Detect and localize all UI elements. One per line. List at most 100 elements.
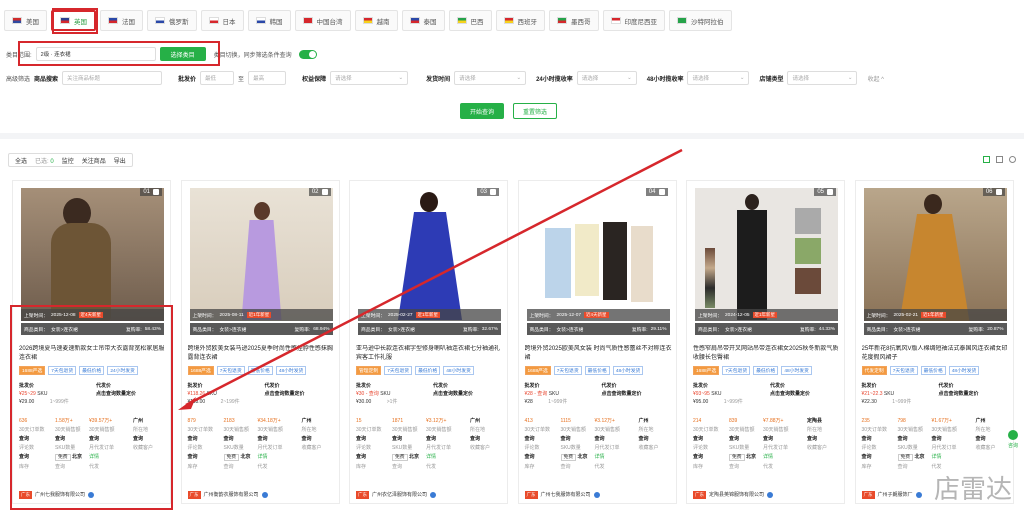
card-checkbox[interactable] xyxy=(153,189,159,195)
card-checkbox[interactable] xyxy=(658,189,665,195)
product-tag: 管理定制 xyxy=(356,366,382,375)
product-image[interactable] xyxy=(358,188,501,321)
country-tab[interactable]: 泰国 xyxy=(401,10,445,31)
monitor-button[interactable]: 监控 xyxy=(62,156,74,165)
shop-name[interactable]: 定陶县英锦服饰有限公司 xyxy=(709,491,764,499)
product-card[interactable]: 02 上架时间： 2025-08-11 近1年新星 商品类目： 女装>连衣裙 复购率: 6… xyxy=(180,180,340,504)
shop-row[interactable]: 广东 广州子朗服饰厂 xyxy=(861,491,922,499)
category-overlay: 商品类目： 女装>连衣裙 复购率: 32.67% xyxy=(358,323,501,335)
card-checkbox[interactable] xyxy=(321,189,328,195)
product-tag: 48小时发货 xyxy=(948,366,980,375)
highlight-box-tab xyxy=(52,8,98,34)
search-button[interactable]: 开始查询 xyxy=(460,103,504,119)
product-card[interactable]: 05 上架时间： 2024-12-05 近1年新星 商品类目： 女装>连衣裙 复购率: 4… xyxy=(686,180,845,504)
product-tag: 1688严选 xyxy=(187,366,214,375)
list-view-icon[interactable] xyxy=(996,156,1003,163)
product-image[interactable] xyxy=(526,188,670,321)
product-tag: 48小时发货 xyxy=(443,366,474,375)
country-tabs: 美国 英国 法国 俄罗斯 日本 韩国 中国台湾 越南 泰国 巴西 西班牙 墨西哥 印度尼西亚 沙特阿拉伯 xyxy=(0,10,1024,32)
country-tab-label: 西班牙 xyxy=(517,18,538,26)
shop-row[interactable]: 广东 广州七我服饰有限公司 xyxy=(524,491,600,499)
country-tab[interactable]: 越南 xyxy=(354,10,398,31)
select-all-checkbox[interactable]: 全选 xyxy=(15,156,27,165)
shop-name[interactable]: 广州衡韵衣服饰有限公司 xyxy=(204,491,259,499)
shop-row[interactable]: 广东 广州衣亿泽服饰有限公司 xyxy=(356,491,437,499)
country-tab[interactable]: 印度尼西亚 xyxy=(602,10,665,31)
product-image[interactable] xyxy=(863,188,1007,321)
country-tab[interactable]: 中国台湾 xyxy=(294,10,351,31)
shelf-overlay: 上架时间： 2024-12-05 近1年新星 xyxy=(695,309,838,321)
country-tab[interactable]: 墨西哥 xyxy=(549,10,599,31)
keyword-input[interactable]: 关注商品标题 xyxy=(62,71,163,85)
card-checkbox[interactable] xyxy=(490,189,496,195)
product-title[interactable]: 25年新花8抗氧风V版人棉绸短袖法式泰国风连衣裙女印花度假风裙子 xyxy=(862,345,1010,363)
product-title[interactable]: 性感窄肩吊带开叉网站吊带连衣裙女2025秋冬新款气质收腰长包臀裙 xyxy=(693,345,841,363)
country-tab-label: 韩国 xyxy=(269,18,283,26)
image-view-icon[interactable] xyxy=(983,156,990,163)
collapse-link[interactable]: 收起 ^ xyxy=(867,74,883,83)
product-title[interactable]: 亚马逊中长款连衣裙字型修身喇叭袖连衣裙七分袖通礼宾客工作礼服 xyxy=(356,345,504,363)
product-tag: 7天包退货 xyxy=(216,366,245,375)
flag-icon xyxy=(255,17,266,24)
card-checkbox[interactable] xyxy=(995,189,1002,195)
sync-toggle[interactable] xyxy=(298,49,317,59)
country-tab-label: 美国 xyxy=(26,18,39,26)
divider xyxy=(0,133,1024,139)
country-tab[interactable]: 法国 xyxy=(100,10,143,31)
verified-icon xyxy=(767,492,774,498)
verified-icon xyxy=(593,492,600,498)
price-block: 批发价 ¥93~95 SKU ¥95.00 1~999件 xyxy=(693,383,743,405)
reset-button[interactable]: 重置筛选 xyxy=(513,103,557,119)
product-tag: 48小时发货 xyxy=(612,366,644,375)
flag-icon xyxy=(557,17,567,24)
product-card[interactable]: 04 上架时间： 2025-12-07 近4天新星 商品类目： 女装>连衣裙 复购率: 2… xyxy=(517,180,677,504)
flag-icon xyxy=(12,17,22,24)
product-tag: 最低价格 xyxy=(247,366,273,375)
price-block: 批发价 ¥21~22.3 SKU ¥22.30 1~999件 xyxy=(861,383,912,405)
country-tab[interactable]: 美国 xyxy=(4,10,47,31)
shop-type-select[interactable]: 请选择 ⌄ xyxy=(787,71,858,85)
product-tag: 最低价格 xyxy=(753,366,779,375)
product-image[interactable] xyxy=(21,188,164,321)
product-image[interactable] xyxy=(189,188,333,321)
shop-row[interactable]: 广东 广州衡韵衣服饰有限公司 xyxy=(187,491,268,499)
stats-grid: 413 1115 ¥3.12万+ 广州 30天订单数 30天销售额 30天销售额 所在地 查… xyxy=(524,418,659,470)
shop-row[interactable]: 广东 定陶县英锦服饰有限公司 xyxy=(693,491,774,499)
card-checkbox[interactable] xyxy=(827,189,833,195)
product-title[interactable]: 跨境外贸欧美女装马逊2025夏季时尚性感挂脖性感抹胸露背连衣裙 xyxy=(188,345,336,363)
proxy-price-block: 代发价 点击查询数量定价 xyxy=(938,383,979,397)
price-max-input[interactable]: 最高 xyxy=(248,71,287,85)
flag-icon xyxy=(677,17,687,24)
product-image[interactable] xyxy=(695,188,838,321)
ship-time-select[interactable]: 请选择 ⌄ xyxy=(454,71,527,85)
follow-button[interactable]: 关注商品 xyxy=(82,156,106,165)
product-tag: 7天包退货 xyxy=(553,366,582,375)
flag-icon xyxy=(456,17,467,24)
highlight-box-card xyxy=(10,305,173,510)
settings-icon[interactable] xyxy=(1009,156,1016,163)
export-button[interactable]: 导出 xyxy=(114,156,126,165)
country-tab[interactable]: 巴西 xyxy=(448,10,492,31)
shop-name[interactable]: 广州衣亿泽服饰有限公司 xyxy=(372,491,427,499)
country-tab[interactable]: 日本 xyxy=(200,10,244,31)
product-title[interactable]: 跨境外贸2025欧美风女装 时尚气质性感蕾丝不对称连衣裙 xyxy=(525,345,673,363)
stats-grid: 15 1871 ¥3.12万+ 广州 30天订单数 30天销售额 30天销售额 所在地 查询… xyxy=(356,418,491,470)
product-card[interactable]: 03 上架时间： 2025-02-27 近1年新星 商品类目： 女装>连衣裙 复购率: 3… xyxy=(349,180,508,504)
guarantee-select[interactable]: 请选择 ⌄ xyxy=(330,71,409,85)
price-min-input[interactable]: 最低 xyxy=(200,71,235,85)
pickup24-select[interactable]: 请选择 ⌄ xyxy=(576,71,637,85)
country-tab[interactable]: 西班牙 xyxy=(495,10,545,31)
flag-icon xyxy=(409,17,420,24)
shop-type-label: 店铺类型 xyxy=(759,76,784,83)
card-index-badge: 06 xyxy=(982,188,1005,196)
country-tab[interactable]: 俄罗斯 xyxy=(147,10,197,31)
country-tab-label: 中国台湾 xyxy=(316,18,343,26)
shop-name[interactable]: 广州七我服饰有限公司 xyxy=(541,491,591,499)
product-card[interactable]: 06 上架时间： 2025-02-21 近1年新星 商品类目： 女装>连衣裙 复购率: 2… xyxy=(854,180,1014,504)
card-index-badge: 05 xyxy=(814,188,836,196)
country-tab[interactable]: 韩国 xyxy=(247,10,291,31)
shop-name[interactable]: 广州子朗服饰厂 xyxy=(878,491,913,499)
consult-sidebar[interactable]: 咨询 xyxy=(1004,430,1022,449)
country-tab[interactable]: 沙特阿拉伯 xyxy=(669,10,732,31)
pickup48-select[interactable]: 请选择 ⌄ xyxy=(687,71,750,85)
